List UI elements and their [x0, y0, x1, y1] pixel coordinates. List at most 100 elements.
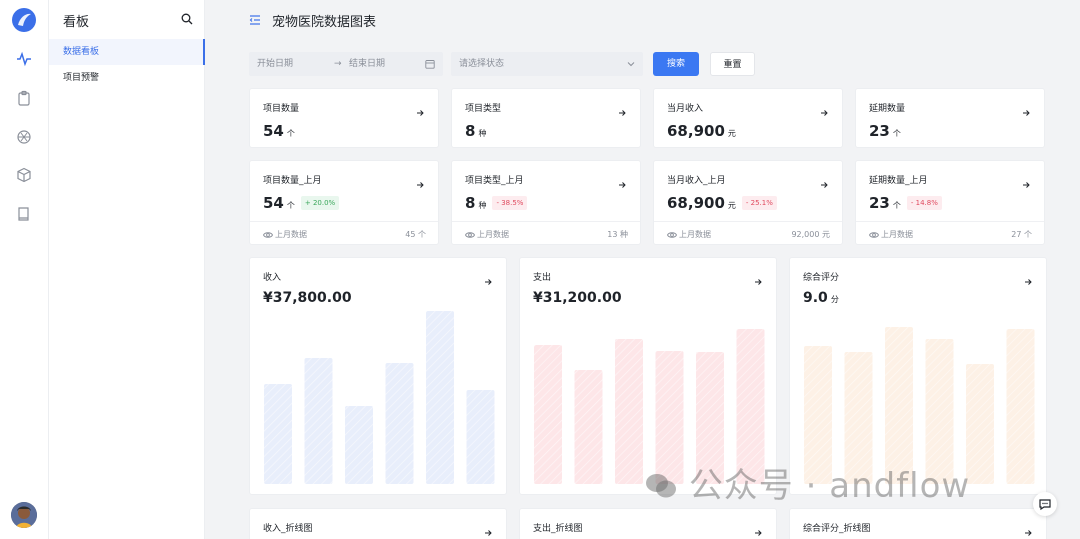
book-icon[interactable] [16, 206, 32, 222]
chart-bar [264, 384, 292, 484]
card-label: 项目数量 [263, 104, 300, 114]
chart-bar [534, 345, 562, 484]
search-button[interactable]: 搜索 [653, 52, 699, 76]
summary-card[interactable]: 项目类型 8 种 [451, 88, 641, 148]
arrow-right-icon[interactable] [754, 522, 762, 536]
app-logo[interactable] [12, 8, 36, 32]
calendar-icon [425, 60, 435, 69]
line-chart-card[interactable]: 支出_折线图 [519, 508, 777, 539]
nav-title: 看板 [63, 15, 90, 30]
card-unit: 种 [478, 201, 487, 210]
card-unit: 个 [286, 201, 295, 210]
divider [250, 221, 438, 222]
chart-bar [304, 358, 333, 484]
chart-bar [466, 390, 495, 484]
status-select-placeholder: 请选择状态 [459, 59, 505, 69]
arrow-right-icon[interactable] [416, 102, 424, 116]
last-month-label: 上月数据 [262, 229, 307, 240]
card-value: 23 个 [869, 122, 901, 140]
card-number: 8 [465, 194, 476, 212]
chat-button[interactable] [1033, 492, 1057, 516]
search-icon[interactable] [181, 13, 193, 25]
arrow-right-icon[interactable] [618, 102, 626, 116]
divider [856, 221, 1044, 222]
icon-rail [0, 0, 49, 539]
watermark: 公众号 · andflow [645, 458, 970, 507]
divider [452, 221, 640, 222]
chat-icon [1039, 499, 1051, 511]
arrow-right-icon[interactable] [820, 174, 828, 188]
reset-button[interactable]: 重置 [710, 52, 755, 76]
last-month-label: 上月数据 [464, 229, 509, 240]
chart-bar [574, 370, 603, 484]
last-month-value: 92,000 元 [791, 230, 830, 239]
chart-card[interactable]: 收入 ¥37,800.00 [249, 257, 507, 495]
arrow-right-icon: → [334, 59, 342, 69]
compare-card[interactable]: 当月收入_上月 68,900 元 - 25.1% 上月数据 92,000 元 [653, 160, 843, 245]
eye-icon [868, 230, 881, 239]
card-label: 项目类型_上月 [465, 176, 524, 186]
nav-panel: 看板 数据看板 项目预警 [49, 0, 205, 539]
chart-bar [345, 406, 373, 484]
card-number: 54 [263, 194, 284, 212]
card-number: 23 [869, 194, 890, 212]
card-value: 8种 - 38.5% [465, 194, 528, 212]
compare-card[interactable]: 项目数量_上月 54 个 + 20.0% 上月数据 45 个 [249, 160, 439, 245]
arrow-right-icon[interactable] [484, 522, 492, 536]
card-label: 支出_折线图 [533, 524, 583, 534]
last-month-label: 上月数据 [868, 229, 913, 240]
start-date-input[interactable]: 开始日期 [257, 52, 293, 76]
summary-card[interactable]: 项目数量 54 个 [249, 88, 439, 148]
card-label: 项目数量_上月 [263, 176, 322, 186]
chart-bar [426, 311, 454, 484]
arrow-right-icon[interactable] [1022, 102, 1030, 116]
arrow-right-icon[interactable] [416, 174, 424, 188]
card-value: 68,900 元 [667, 122, 736, 140]
card-unit: 种 [478, 129, 487, 138]
foot-label: 上月数据 [679, 230, 711, 239]
card-label: 当月收入_上月 [667, 176, 726, 186]
arrow-right-icon[interactable] [1024, 522, 1032, 536]
aperture-icon[interactable] [16, 129, 32, 145]
page-title: 宠物医院数据图表 [272, 15, 377, 30]
card-number: 8 [465, 122, 476, 140]
line-chart-card[interactable]: 综合评分_折线图 [789, 508, 1047, 539]
card-number: 68,900 [667, 122, 725, 140]
card-label: 当月收入 [667, 104, 704, 114]
card-label: 延期数量_上月 [869, 176, 928, 186]
card-value: 8种 [465, 122, 486, 140]
wechat-icon [646, 474, 676, 498]
eye-icon [262, 230, 275, 239]
box-icon[interactable] [16, 167, 32, 183]
card-label: 综合评分_折线图 [803, 524, 871, 534]
activity-icon[interactable] [16, 51, 32, 67]
foot-label: 上月数据 [477, 230, 509, 239]
clipboard-icon[interactable] [16, 90, 32, 106]
bar-chart [264, 311, 495, 484]
status-select[interactable]: 请选择状态 [451, 52, 643, 76]
avatar[interactable] [11, 502, 37, 528]
chart-bar [385, 363, 414, 484]
card-unit: 个 [892, 129, 901, 138]
summary-card[interactable]: 当月收入 68,900 元 [653, 88, 843, 148]
card-number: 68,900 [667, 194, 725, 212]
nav-item-project-alert[interactable]: 项目预警 [49, 65, 205, 91]
last-month-value: 27 个 [1011, 230, 1032, 239]
line-chart-card[interactable]: 收入_折线图 [249, 508, 507, 539]
arrow-right-icon[interactable] [618, 174, 626, 188]
arrow-right-icon[interactable] [1022, 174, 1030, 188]
nav-item-dashboard[interactable]: 数据看板 [49, 39, 205, 65]
arrow-right-icon[interactable] [820, 102, 828, 116]
compare-card[interactable]: 项目类型_上月 8 种 - 38.5% 上月数据 13 种 [451, 160, 641, 245]
compare-card[interactable]: 延期数量_上月 23 个 - 14.8% 上月数据 27 个 [855, 160, 1045, 245]
card-unit: 个 [286, 129, 295, 138]
summary-card[interactable]: 延期数量 23 个 [855, 88, 1045, 148]
card-label: 收入_折线图 [263, 524, 313, 534]
date-range-picker[interactable]: 开始日期 → 结束日期 [249, 52, 443, 76]
card-number: 23 [869, 122, 890, 140]
menu-fold-icon[interactable] [249, 14, 261, 26]
end-date-input[interactable]: 结束日期 [349, 52, 385, 76]
card-unit: 个 [892, 201, 901, 210]
card-value: 54 个 [263, 122, 295, 140]
trend-badge: + 20.0% [300, 196, 340, 210]
